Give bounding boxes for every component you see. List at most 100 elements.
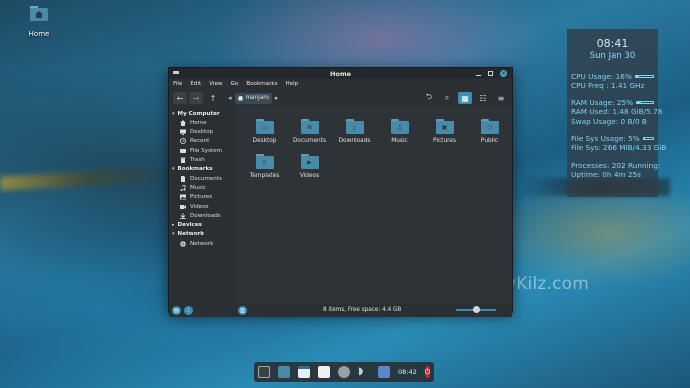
file-item-desktop[interactable]: ▭ Desktop	[242, 119, 287, 144]
folder-downloads-icon: ⤓	[345, 119, 364, 134]
file-name: Desktop	[252, 138, 277, 144]
toggle-location-icon[interactable]: ⮌	[422, 92, 436, 104]
section-label: Devices	[177, 222, 202, 229]
uptime: Uptime: 0h 4m 25s	[571, 169, 641, 179]
list-view-button[interactable]: ☷	[476, 92, 490, 104]
text-editor-icon[interactable]	[318, 366, 330, 378]
breadcrumb-label: manjaro	[245, 95, 269, 101]
title-bar[interactable]: Home ×	[169, 68, 512, 79]
menu-file[interactable]: File	[173, 81, 182, 87]
fs-detail: File Sys: 266 MiB/4.33 GiB	[571, 143, 667, 153]
workspace-icon[interactable]	[258, 366, 270, 378]
sidebar-item-pictures[interactable]: Pictures	[169, 193, 236, 202]
file-item-videos[interactable]: ▶ Videos	[287, 154, 332, 179]
sidebar-item-recent[interactable]: Recent	[169, 137, 236, 146]
menu-bookmarks[interactable]: Bookmarks	[246, 81, 277, 87]
download-icon	[180, 213, 186, 220]
folder-templates-icon: ▯	[255, 154, 274, 169]
zoom-slider[interactable]	[456, 306, 496, 313]
sidebar-item-desktop[interactable]: Desktop	[169, 127, 236, 136]
cpu-freq: CPU Freq : 1.41 GHz	[571, 80, 645, 90]
home-icon	[180, 119, 186, 126]
icon-view-button[interactable]: ▦	[458, 92, 472, 104]
updates-icon[interactable]	[378, 366, 390, 378]
volume-icon[interactable]: ◗	[358, 366, 370, 378]
desktop-icon	[180, 129, 186, 136]
document-icon	[181, 175, 185, 182]
show-tree-icon[interactable]: ⁝	[184, 305, 193, 315]
chevron-right-icon[interactable]: ▸	[275, 94, 279, 102]
fs-usage-bar	[642, 137, 654, 141]
sidebar-item-label: Videos	[190, 203, 209, 210]
sidebar-item-file-system[interactable]: File System	[169, 146, 236, 155]
up-button[interactable]: ↑	[206, 92, 220, 104]
file-item-documents[interactable]: ≣ Documents	[287, 119, 332, 144]
file-name: Videos	[299, 173, 320, 179]
video-icon	[180, 204, 186, 209]
file-item-music[interactable]: ♫ Music	[377, 119, 422, 144]
folder-documents-icon: ≣	[300, 119, 319, 134]
chevron-left-icon[interactable]: ◂	[228, 94, 232, 102]
sidebar-item-label: Recent	[190, 138, 210, 145]
sidebar-item-label: Network	[190, 240, 214, 247]
sidebar-item-documents[interactable]: Documents	[169, 174, 236, 183]
show-places-icon[interactable]: ▤	[172, 305, 181, 315]
sidebar-item-label: File System	[190, 147, 222, 154]
menu-help[interactable]: Help	[286, 81, 299, 87]
status-bar: ▤ ⁝ ▥ 8 items, Free space: 4.4 GB	[169, 303, 512, 317]
zoom-slider-handle[interactable]	[472, 306, 480, 313]
sidebar-item-label: Pictures	[190, 194, 213, 201]
compact-view-button[interactable]: ≡	[494, 92, 508, 104]
back-button[interactable]: ←	[173, 92, 187, 104]
sidebar-section-my-computer[interactable]: ▾ My Computer	[169, 109, 236, 118]
desktop-home-icon[interactable]: Home	[24, 6, 54, 40]
sidebar-item-trash[interactable]: Trash	[169, 156, 236, 165]
sidebar-section-network[interactable]: ▾ Network	[169, 230, 236, 239]
forward-button[interactable]: →	[189, 92, 203, 104]
status-text: 8 items, Free space: 4.4 GB	[323, 307, 402, 313]
dock-clock: 08:42	[398, 368, 417, 376]
menu-bar: File Edit View Go Bookmarks Help	[169, 79, 512, 89]
file-item-pictures[interactable]: ▣ Pictures	[422, 119, 467, 144]
file-name: Templates	[249, 173, 280, 179]
picture-icon	[180, 194, 186, 200]
sidebar-item-network[interactable]: Network	[169, 239, 236, 248]
window-title: Home	[329, 69, 352, 78]
home-folder-icon[interactable]	[278, 366, 290, 378]
sidebar-item-videos[interactable]: Videos	[169, 202, 236, 211]
file-manager-window: Home × File Edit View Go Bookmarks Help …	[168, 67, 513, 317]
search-icon[interactable]: ⌕	[440, 92, 454, 104]
desktop-icon-label: Home	[28, 30, 50, 38]
toolbar: ← → ↑ ◂ manjaro ▸ ⮌ ⌕ ▦ ☷ ≡	[169, 89, 512, 107]
minimize-button[interactable]	[476, 74, 481, 76]
file-item-templates[interactable]: ▯ Templates	[242, 154, 287, 179]
file-manager-icon[interactable]	[298, 366, 310, 378]
close-button[interactable]: ×	[500, 70, 507, 77]
file-item-public[interactable]: ⚇ Public	[467, 119, 512, 144]
ram-usage: RAM Usage: 25%	[571, 98, 634, 108]
sidebar-item-music[interactable]: Music	[169, 183, 236, 192]
monitor-time: 08:41	[596, 37, 629, 50]
section-label: My Computer	[177, 110, 220, 117]
file-name: Music	[391, 138, 408, 144]
sidebar-item-home[interactable]: Home	[169, 118, 236, 127]
file-item-downloads[interactable]: ⤓ Downloads	[332, 119, 377, 144]
menu-edit[interactable]: Edit	[190, 81, 201, 87]
sidebar-section-devices[interactable]: ▸ Devices	[169, 221, 236, 230]
sidebar-item-label: Documents	[190, 175, 222, 182]
storage-icon[interactable]	[338, 366, 350, 378]
sidebar-item-label: Home	[190, 119, 207, 126]
file-name: Downloads	[338, 138, 371, 144]
cpu-usage-bar	[634, 74, 654, 78]
menu-view[interactable]: View	[209, 81, 222, 87]
breadcrumb[interactable]: manjaro	[234, 92, 272, 104]
toggle-sidebar-icon[interactable]: ▥	[238, 305, 247, 315]
folder-pictures-icon: ▣	[435, 119, 454, 134]
power-icon[interactable]: ⏻	[424, 366, 431, 378]
maximize-button[interactable]	[488, 71, 493, 76]
globe-icon	[180, 240, 186, 247]
sidebar-item-downloads[interactable]: Downloads	[169, 212, 236, 221]
sidebar-section-bookmarks[interactable]: ▾ Bookmarks	[169, 165, 236, 174]
menu-go[interactable]: Go	[231, 81, 239, 87]
file-view: ▭ Desktop ≣ Documents ⤓ Downloads ♫ Music ▣ P…	[236, 107, 512, 303]
